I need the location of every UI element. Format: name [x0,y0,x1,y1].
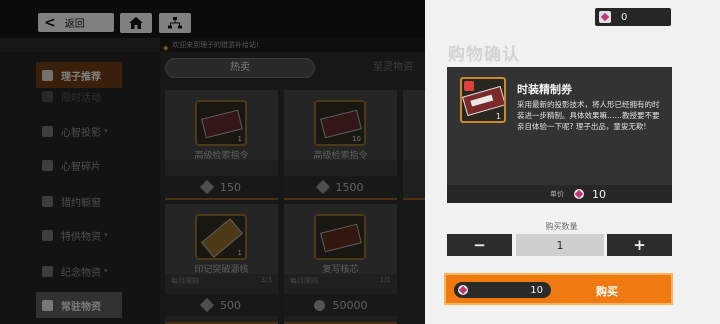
decrease-button[interactable]: − [447,234,512,256]
quantity-label: 购买数量 [545,222,578,231]
item-count: 1 [495,112,501,121]
purchase-panel: 0 购物确认 1 时装精制券 采用最新的投影技术，将人形已经拥有的时装进一步精制… [425,0,720,324]
modal-overlay[interactable] [0,0,425,324]
unit-price-row: 单价 10 [447,185,672,203]
currency-display: 0 [595,8,671,26]
total-price-value: 10 [530,284,543,296]
total-price: 10 [454,282,551,298]
ticket-icon: 1 [460,77,506,123]
gem-icon [574,189,584,199]
increase-button[interactable]: + [607,234,672,256]
item-name: 时装精制券 [517,83,572,96]
shop-background: < 返回 ◆ 欢迎来到理子的猎游补给站! 理子推荐 限时活动 心智投影 ▾ 心智… [0,0,425,324]
item-card: 1 时装精制券 采用最新的投影技术，将人形已经拥有的时装进一步精制。具体效果嘛…… [447,67,672,203]
quantity-stepper: − 1 + [447,234,672,256]
gem-icon [599,11,611,23]
badge-icon [464,81,474,91]
item-description: 采用最新的投影技术，将人形已经拥有的时装进一步精制。具体效果嘛……教授要不要亲自… [517,100,660,131]
quantity-value[interactable]: 1 [516,234,604,256]
panel-title: 购物确认 [448,45,520,65]
unit-price-label: 单价 [550,190,564,198]
screen: < 返回 ◆ 欢迎来到理子的猎游补给站! 理子推荐 限时活动 心智投影 ▾ 心智… [0,0,720,324]
unit-price-value: 10 [592,187,606,201]
currency-value: 0 [621,11,628,23]
buy-label: 购买 [596,285,618,298]
buy-button[interactable]: 10 购买 [444,273,673,305]
